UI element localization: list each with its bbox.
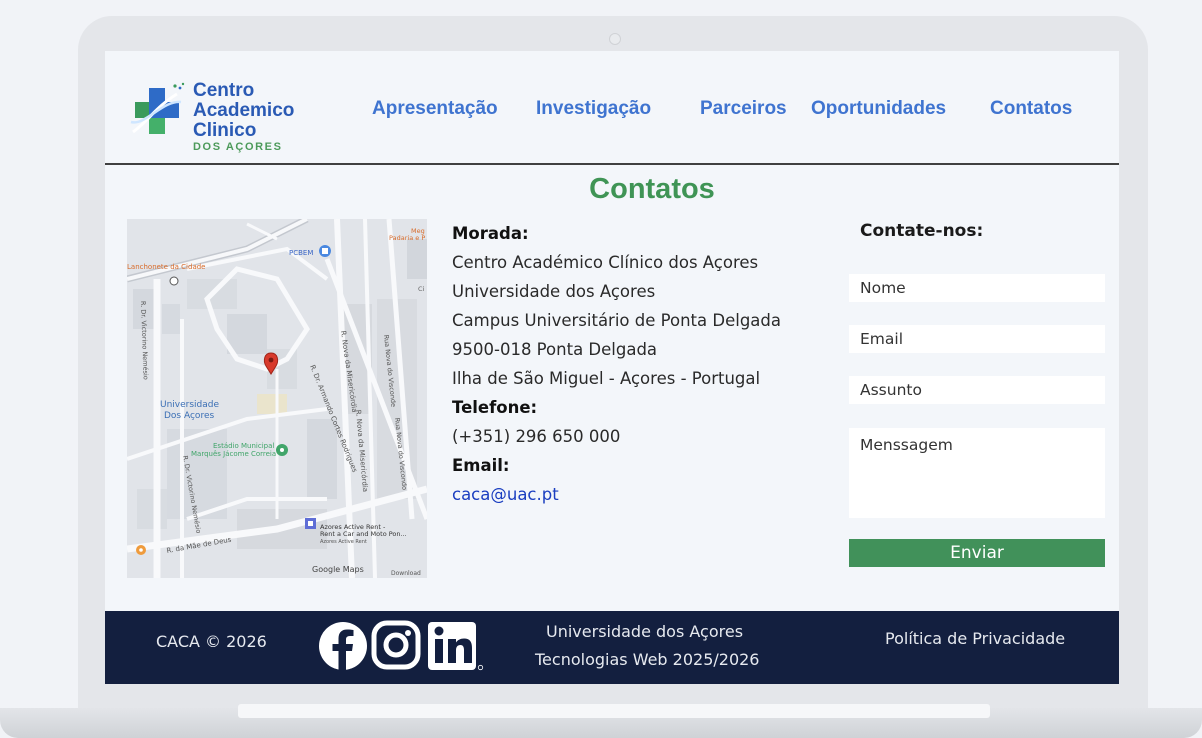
map-label-universidade: Universidade <box>160 400 219 410</box>
google-map[interactable]: Lanchonete da Cidade PCBEM Meg Padaria e… <box>127 219 427 578</box>
email-label: Email: <box>452 456 510 475</box>
nav-apresentacao[interactable]: Apresentação <box>372 98 498 120</box>
site-footer: CACA © 2026 Universidade dos Açores Tecn… <box>105 611 1119 684</box>
nav-contatos[interactable]: Contatos <box>990 98 1072 120</box>
address-line: Universidade dos Açores <box>452 282 656 301</box>
logo-line-1: Centro <box>193 80 255 101</box>
map-label-estadio-1: Estádio Municipal <box>213 442 274 450</box>
telefone-value: (+351) 296 650 000 <box>452 427 621 446</box>
map-label-pcbem: PCBEM <box>289 249 313 257</box>
page-title: Contatos <box>589 173 715 205</box>
linkedin-icon[interactable] <box>426 620 484 672</box>
address-line: 9500-018 Ponta Delgada <box>452 340 658 359</box>
logo-subtitle: DOS AÇORES <box>193 141 283 153</box>
morada-label: Morada: <box>452 224 529 243</box>
laptop-notch <box>238 704 990 718</box>
email-field[interactable] <box>849 325 1105 353</box>
logo-line-3: Clinico <box>193 120 257 141</box>
map-label-rent-3: Azores Active Rent <box>320 539 367 545</box>
subject-field[interactable] <box>849 376 1105 404</box>
message-field[interactable] <box>849 428 1105 518</box>
send-button[interactable]: Enviar <box>849 539 1105 567</box>
privacy-policy-link[interactable]: Política de Privacidade <box>885 629 1065 648</box>
facebook-icon[interactable] <box>317 620 369 672</box>
map-label-estadio-2: Marquês Jácome Correia <box>191 450 276 458</box>
telefone-label: Telefone: <box>452 398 538 417</box>
medical-cross-dna-icon <box>130 82 185 134</box>
stadium-map-icon <box>276 444 288 456</box>
map-label-lanchonete: Lanchonete da Cidade <box>127 263 206 271</box>
logo-line-2: Academico <box>193 100 295 121</box>
instagram-icon[interactable] <box>371 620 421 670</box>
map-download-link: Download <box>391 570 421 577</box>
footer-university: Universidade dos Açores <box>546 622 744 641</box>
address-line: Centro Académico Clínico dos Açores <box>452 253 759 272</box>
nav-investigacao[interactable]: Investigação <box>536 98 651 120</box>
bus-map-icon <box>169 276 179 286</box>
site-header: Centro Academico Clinico DOS AÇORES Apre… <box>105 51 1119 165</box>
nav-parceiros[interactable]: Parceiros <box>700 98 787 120</box>
pcbem-map-icon <box>319 245 331 257</box>
rent-map-icon <box>305 518 316 529</box>
contact-form-title: Contate-nos: <box>860 221 984 241</box>
address-line: Ilha de São Miguel - Açores - Portugal <box>452 369 761 388</box>
email-link[interactable]: caca@uac.pt <box>452 480 781 509</box>
footer-course: Tecnologias Web 2025/2026 <box>535 650 760 669</box>
address-line: Campus Universitário de Ponta Delgada <box>452 311 781 330</box>
site-logo[interactable]: Centro Academico Clinico DOS AÇORES <box>127 81 307 157</box>
contact-info: Morada: Centro Académico Clínico dos Aço… <box>452 219 781 509</box>
webcam <box>609 33 621 45</box>
map-canvas: Lanchonete da Cidade PCBEM Meg Padaria e… <box>127 219 427 578</box>
map-label-padaria: Padaria e P <box>389 234 425 242</box>
nav-oportunidades[interactable]: Oportunidades <box>811 98 946 120</box>
map-label-rent-2: Rent a Car and Moto Pon... <box>320 530 407 538</box>
copyright-text: CACA © 2026 <box>156 632 267 651</box>
name-field[interactable] <box>849 274 1105 302</box>
food-map-icon <box>136 545 146 555</box>
logo-wordmark: Centro Academico Clinico <box>193 81 294 141</box>
google-maps-attribution: Google Maps <box>312 565 364 574</box>
browser-viewport: Centro Academico Clinico DOS AÇORES Apre… <box>105 51 1119 684</box>
map-label-dos-acores: Dos Açores <box>164 411 214 421</box>
map-label-ci: Ci <box>418 285 425 293</box>
